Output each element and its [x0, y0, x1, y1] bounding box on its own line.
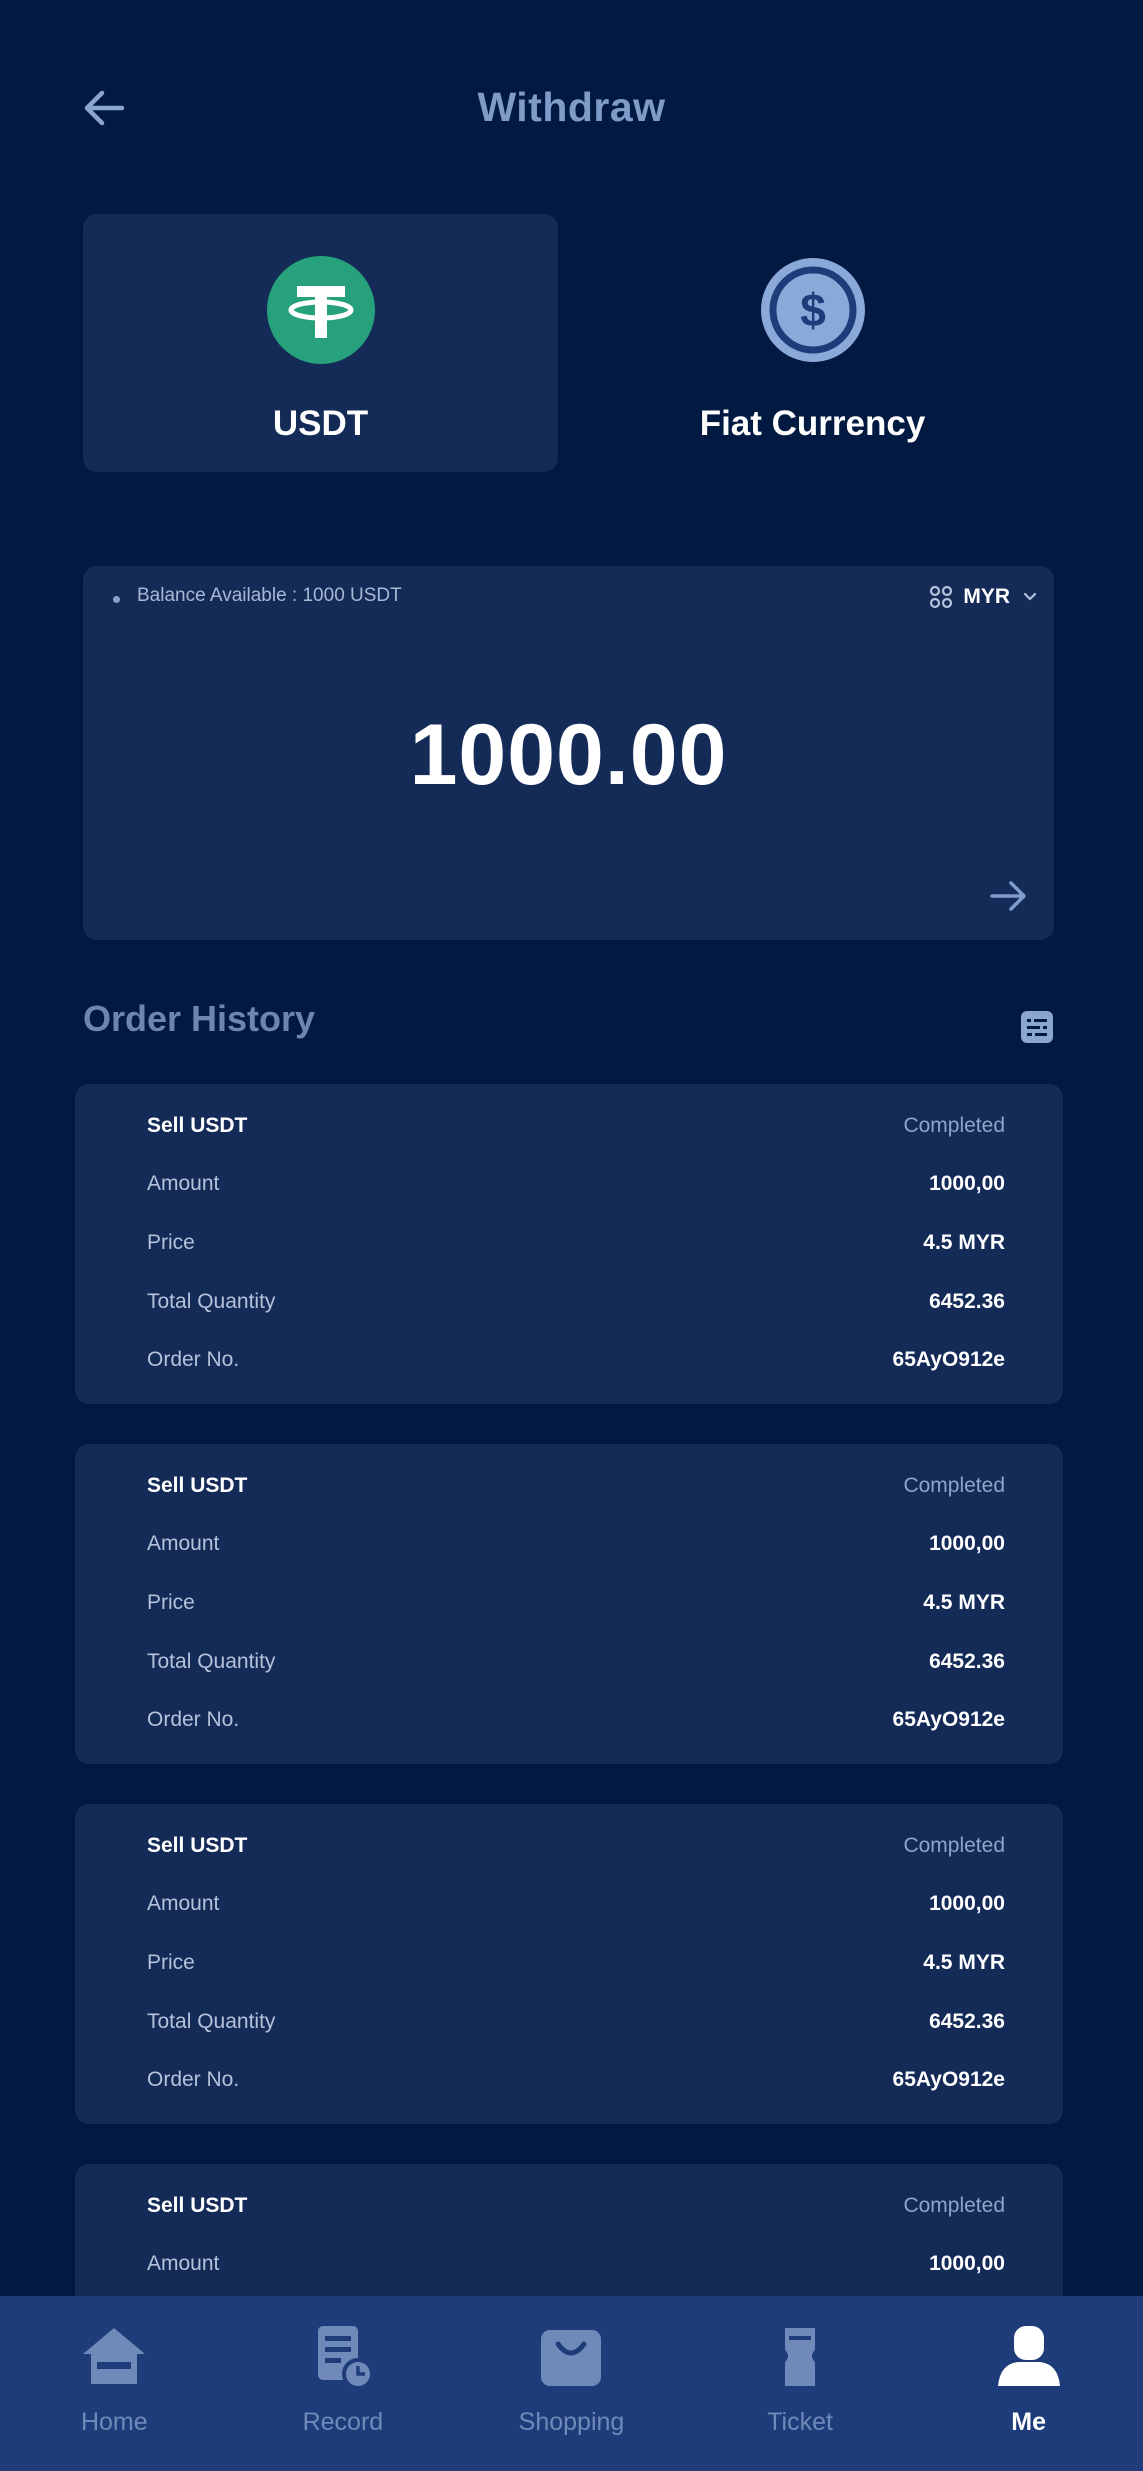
nav-shopping[interactable]: Shopping	[481, 2296, 661, 2471]
order-header-row: Sell USDT Completed	[147, 2186, 1005, 2226]
order-card[interactable]: Sell USDT Completed Amount 1000,00 Price…	[75, 1444, 1063, 1764]
order-price-row: Price 4.5 MYR	[147, 1943, 1005, 1983]
order-quantity-row: Total Quantity 6452.36	[147, 1642, 1005, 1682]
price-label: Price	[147, 1231, 195, 1254]
exchange-icon	[930, 585, 953, 609]
tab-usdt[interactable]: USDT	[83, 214, 558, 472]
nav-ticket-label: Ticket	[767, 2408, 833, 2436]
amount-value: 1000,00	[929, 2252, 1005, 2275]
order-no-value: 65AyO912e	[892, 1708, 1005, 1731]
total-quantity-value: 6452.36	[929, 1650, 1005, 1673]
nav-home[interactable]: Home	[24, 2296, 204, 2471]
order-number-row: Order No. 65AyO912e	[147, 1700, 1005, 1740]
order-price-row: Price 4.5 MYR	[147, 1223, 1005, 1263]
total-quantity-label: Total Quantity	[147, 1650, 276, 1673]
nav-ticket[interactable]: Ticket	[710, 2296, 890, 2471]
nav-record-label: Record	[302, 2408, 384, 2436]
order-no-value: 65AyO912e	[892, 2068, 1005, 2091]
record-icon	[308, 2322, 378, 2392]
order-card[interactable]: Sell USDT Completed Amount 1000,00 Price…	[75, 1084, 1063, 1404]
nav-me[interactable]: Me	[939, 2296, 1119, 2471]
total-quantity-value: 6452.36	[929, 2010, 1005, 2033]
tether-icon	[266, 256, 375, 364]
order-type: Sell USDT	[147, 1114, 248, 1137]
nav-me-label: Me	[1011, 2408, 1047, 2436]
amount-label: Amount	[147, 1172, 220, 1195]
order-header-row: Sell USDT Completed	[147, 1106, 1005, 1146]
withdraw-amount-card: Balance Available : 1000 USDT MYR 1000.0…	[83, 566, 1054, 940]
amount-label: Amount	[147, 2252, 220, 2275]
amount-value: 1000,00	[929, 1892, 1005, 1915]
order-number-row: Order No. 65AyO912e	[147, 2060, 1005, 2100]
order-card[interactable]: Sell USDT Completed Amount 1000,00 Price…	[75, 1804, 1063, 2124]
user-icon	[994, 2322, 1064, 2392]
order-status: Completed	[903, 1834, 1005, 1857]
ticket-icon	[765, 2322, 835, 2392]
page-title: Withdraw	[477, 84, 666, 130]
balance-available-text: Balance Available : 1000 USDT	[137, 585, 402, 606]
price-value: 4.5 MYR	[923, 1951, 1005, 1974]
price-value: 4.5 MYR	[923, 1591, 1005, 1614]
price-value: 4.5 MYR	[923, 1231, 1005, 1254]
order-amount-row: Amount 1000,00	[147, 1884, 1005, 1924]
order-quantity-row: Total Quantity 6452.36	[147, 1282, 1005, 1322]
order-status: Completed	[903, 1114, 1005, 1137]
nav-record[interactable]: Record	[253, 2296, 433, 2471]
withdraw-amount-input[interactable]: 1000.00	[83, 706, 1054, 805]
order-price-row: Price 4.5 MYR	[147, 1583, 1005, 1623]
order-amount-row: Amount 1000,00	[147, 1164, 1005, 1204]
order-status: Completed	[903, 2194, 1005, 2217]
nav-shopping-label: Shopping	[518, 2408, 625, 2436]
order-type: Sell USDT	[147, 1474, 248, 1497]
order-no-label: Order No.	[147, 2068, 240, 2091]
total-quantity-value: 6452.36	[929, 1290, 1005, 1313]
tab-fiat-currency[interactable]: $ Fiat Currency	[575, 214, 1050, 472]
bottom-nav: Home Record Shopping Ticket Me	[0, 2296, 1143, 2471]
order-amount-row: Amount 1000,00	[147, 1524, 1005, 1564]
total-quantity-label: Total Quantity	[147, 1290, 276, 1313]
order-quantity-row: Total Quantity 6452.36	[147, 2002, 1005, 2042]
currency-selector[interactable]: MYR	[929, 580, 1040, 614]
svg-text:$: $	[800, 284, 826, 336]
home-icon	[79, 2322, 149, 2392]
order-number-row: Order No. 65AyO912e	[147, 1340, 1005, 1380]
shopping-bag-icon	[536, 2322, 606, 2392]
submit-arrow-icon[interactable]	[986, 874, 1030, 918]
amount-label: Amount	[147, 1532, 220, 1555]
order-no-label: Order No.	[147, 1708, 240, 1731]
filter-icon[interactable]	[1020, 1010, 1054, 1044]
tab-fiat-currency-label: Fiat Currency	[699, 404, 926, 443]
currency-label: MYR	[963, 585, 1010, 608]
order-no-label: Order No.	[147, 1348, 240, 1371]
amount-label: Amount	[147, 1892, 220, 1915]
order-header-row: Sell USDT Completed	[147, 1826, 1005, 1866]
order-list: Sell USDT Completed Amount 1000,00 Price…	[75, 1084, 1063, 2471]
order-header-row: Sell USDT Completed	[147, 1466, 1005, 1506]
order-status: Completed	[903, 1474, 1005, 1497]
withdraw-page: Withdraw USDT $ Fiat Currency Balance Av…	[0, 0, 1143, 2471]
chevron-down-icon	[1023, 592, 1037, 601]
bullet-dot	[113, 596, 120, 603]
order-type: Sell USDT	[147, 2194, 248, 2217]
order-history-title: Order History	[83, 998, 316, 1039]
amount-value: 1000,00	[929, 1532, 1005, 1555]
price-label: Price	[147, 1951, 195, 1974]
price-label: Price	[147, 1591, 195, 1614]
order-amount-row: Amount 1000,00	[147, 2244, 1005, 2284]
total-quantity-label: Total Quantity	[147, 2010, 276, 2033]
amount-value: 1000,00	[929, 1172, 1005, 1195]
order-type: Sell USDT	[147, 1834, 248, 1857]
dollar-coin-icon: $	[759, 256, 867, 364]
tab-usdt-label: USDT	[272, 404, 369, 443]
order-no-value: 65AyO912e	[892, 1348, 1005, 1371]
nav-home-label: Home	[80, 2408, 148, 2436]
